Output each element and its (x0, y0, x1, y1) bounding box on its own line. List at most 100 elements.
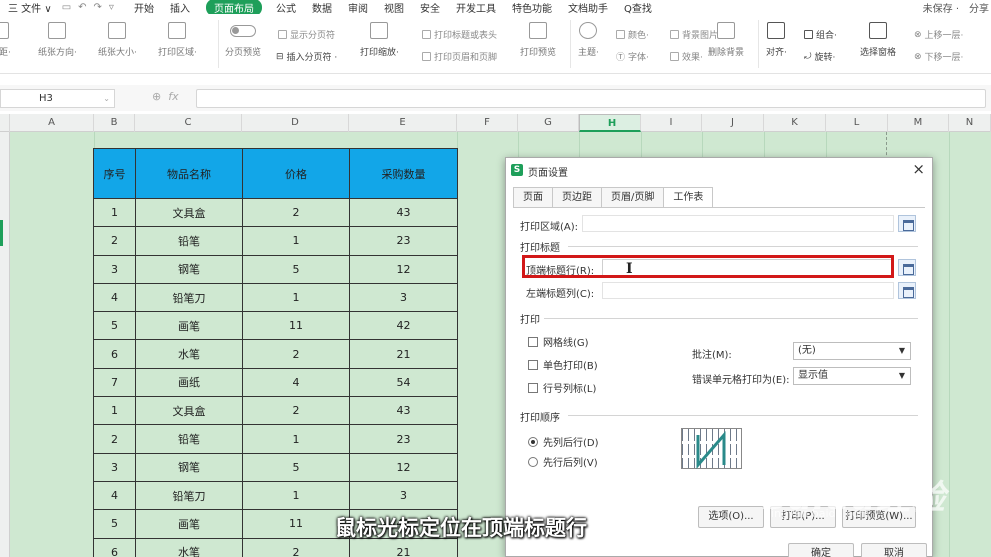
table-cell[interactable]: 1 (93, 396, 136, 426)
print-area-button[interactable]: 打印区域· (158, 22, 197, 58)
down-then-over-radio[interactable]: 先列后行(D) (528, 434, 599, 449)
table-cell[interactable]: 画笔 (135, 311, 243, 341)
table-cell[interactable]: 1 (242, 424, 350, 454)
group-button[interactable]: 组合· (804, 28, 837, 41)
col-header-h[interactable]: H (579, 114, 641, 132)
table-cell[interactable]: 42 (349, 311, 458, 341)
colors-button[interactable]: 颜色· (616, 28, 649, 41)
send-backward-button[interactable]: ⊗ 下移一层· (914, 50, 963, 64)
selection-pane-button[interactable]: 选择窗格 (860, 22, 896, 58)
table-cell[interactable]: 43 (349, 197, 458, 228)
margins-button[interactable]: 边距· (0, 22, 11, 58)
table-cell[interactable]: 文具盒 (135, 197, 243, 228)
table-cell[interactable]: 1 (242, 226, 350, 256)
table-cell[interactable]: 钢笔 (135, 452, 243, 482)
tab-view[interactable]: 视图 (384, 0, 404, 15)
orientation-button[interactable]: 纸张方向· (38, 22, 77, 58)
header-cell-quantity[interactable]: 采购数量 (349, 148, 458, 199)
fonts-button[interactable]: Ⓣ 字体· (616, 50, 649, 63)
col-header-a[interactable]: A (10, 114, 94, 132)
table-cell[interactable]: 5 (93, 311, 136, 341)
over-then-down-radio[interactable]: 先行后列(V) (528, 454, 598, 469)
tab-features[interactable]: 特色功能 (512, 0, 552, 15)
file-menu[interactable]: 三 文件 ∨ (8, 0, 52, 15)
paper-size-button[interactable]: 纸张大小· (98, 22, 137, 58)
unsaved-status[interactable]: 未保存 · (923, 0, 959, 15)
col-header-e[interactable]: E (349, 114, 457, 132)
align-button[interactable]: 对齐· (766, 22, 787, 58)
print-area-input[interactable] (582, 215, 894, 232)
col-header-j[interactable]: J (702, 114, 764, 132)
save-icon[interactable]: ▭ (62, 2, 71, 13)
tab-sheet[interactable]: 工作表 (663, 187, 714, 208)
rotate-button[interactable]: ⤾ 旋转· (804, 50, 835, 64)
print-header-footer-button[interactable]: 打印页眉和页脚 (422, 50, 497, 63)
col-header-n[interactable]: N (949, 114, 991, 132)
formula-input[interactable] (196, 89, 986, 108)
insert-page-break-button[interactable]: ⊟ 插入分页符 · (276, 50, 337, 64)
cancel-button[interactable]: 取消 (861, 543, 927, 557)
table-cell[interactable]: 2 (242, 396, 350, 426)
show-page-break-checkbox[interactable]: 显示分页符 (278, 28, 335, 41)
header-cell-item[interactable]: 物品名称 (135, 148, 243, 199)
table-cell[interactable]: 1 (93, 197, 136, 228)
table-cell[interactable]: 2 (242, 197, 350, 228)
table-cell[interactable]: 2 (242, 339, 350, 369)
header-cell-index[interactable]: 序号 (93, 148, 136, 199)
table-cell[interactable]: 1 (242, 282, 350, 313)
table-cell[interactable]: 铅笔刀 (135, 282, 243, 313)
table-cell[interactable]: 54 (349, 367, 458, 398)
ok-button[interactable]: 确定 (788, 543, 854, 557)
table-cell[interactable]: 3 (93, 452, 136, 482)
table-cell[interactable]: 21 (349, 339, 458, 369)
table-cell[interactable]: 钢笔 (135, 254, 243, 284)
col-header-c[interactable]: C (135, 114, 242, 132)
mono-print-checkbox[interactable]: 单色打印(B) (528, 357, 598, 372)
redo-icon[interactable]: ↷ (94, 2, 102, 13)
table-cell[interactable]: 2 (242, 537, 350, 557)
col-header-k[interactable]: K (764, 114, 826, 132)
tab-home[interactable]: 开始 (134, 0, 154, 15)
col-header-m[interactable]: M (888, 114, 949, 132)
table-cell[interactable]: 3 (93, 254, 136, 284)
table-cell[interactable]: 2 (93, 226, 136, 256)
col-header-d[interactable]: D (242, 114, 349, 132)
table-cell[interactable]: 12 (349, 452, 458, 482)
tab-formulas[interactable]: 公式 (276, 0, 296, 15)
close-icon[interactable]: × (912, 160, 925, 178)
page-break-preview-button[interactable]: 分页预览 (225, 22, 261, 58)
col-header-i[interactable]: I (641, 114, 702, 132)
table-cell[interactable]: 4 (93, 480, 136, 511)
tab-data[interactable]: 数据 (312, 0, 332, 15)
table-cell[interactable]: 43 (349, 396, 458, 426)
dialog-titlebar[interactable]: S 页面设置 × (506, 158, 932, 182)
gridlines-checkbox[interactable]: 网格线(G) (528, 334, 589, 349)
tab-review[interactable]: 审阅 (348, 0, 368, 15)
comments-select[interactable]: (无) ▼ (793, 342, 911, 360)
tab-header-footer[interactable]: 页眉/页脚 (601, 187, 665, 207)
tab-margins[interactable]: 页边距 (552, 187, 602, 207)
table-cell[interactable]: 5 (242, 452, 350, 482)
table-cell[interactable]: 5 (242, 254, 350, 284)
table-cell[interactable]: 4 (93, 282, 136, 313)
range-picker-icon[interactable] (898, 259, 916, 276)
table-cell[interactable]: 文具盒 (135, 396, 243, 426)
col-header-b[interactable]: B (94, 114, 135, 132)
col-header-g[interactable]: G (518, 114, 579, 132)
table-cell[interactable]: 2 (93, 424, 136, 454)
table-cell[interactable]: 铅笔 (135, 226, 243, 256)
header-cell-price[interactable]: 价格 (242, 148, 350, 199)
table-cell[interactable]: 铅笔 (135, 424, 243, 454)
delete-background-button[interactable]: 删除背景 (708, 22, 744, 58)
table-cell[interactable]: 铅笔刀 (135, 480, 243, 511)
print-titles-button[interactable]: 打印标题或表头 (422, 28, 497, 41)
tab-developer[interactable]: 开发工具 (456, 0, 496, 15)
table-cell[interactable]: 12 (349, 254, 458, 284)
table-cell[interactable]: 水笔 (135, 339, 243, 369)
range-picker-icon[interactable] (898, 215, 916, 232)
table-cell[interactable]: 23 (349, 226, 458, 256)
tab-page[interactable]: 页面 (513, 187, 553, 207)
print-scale-button[interactable]: 打印缩放· (360, 22, 399, 58)
chevron-down-icon[interactable]: ⌄ (103, 90, 110, 107)
table-cell[interactable]: 7 (93, 367, 136, 398)
